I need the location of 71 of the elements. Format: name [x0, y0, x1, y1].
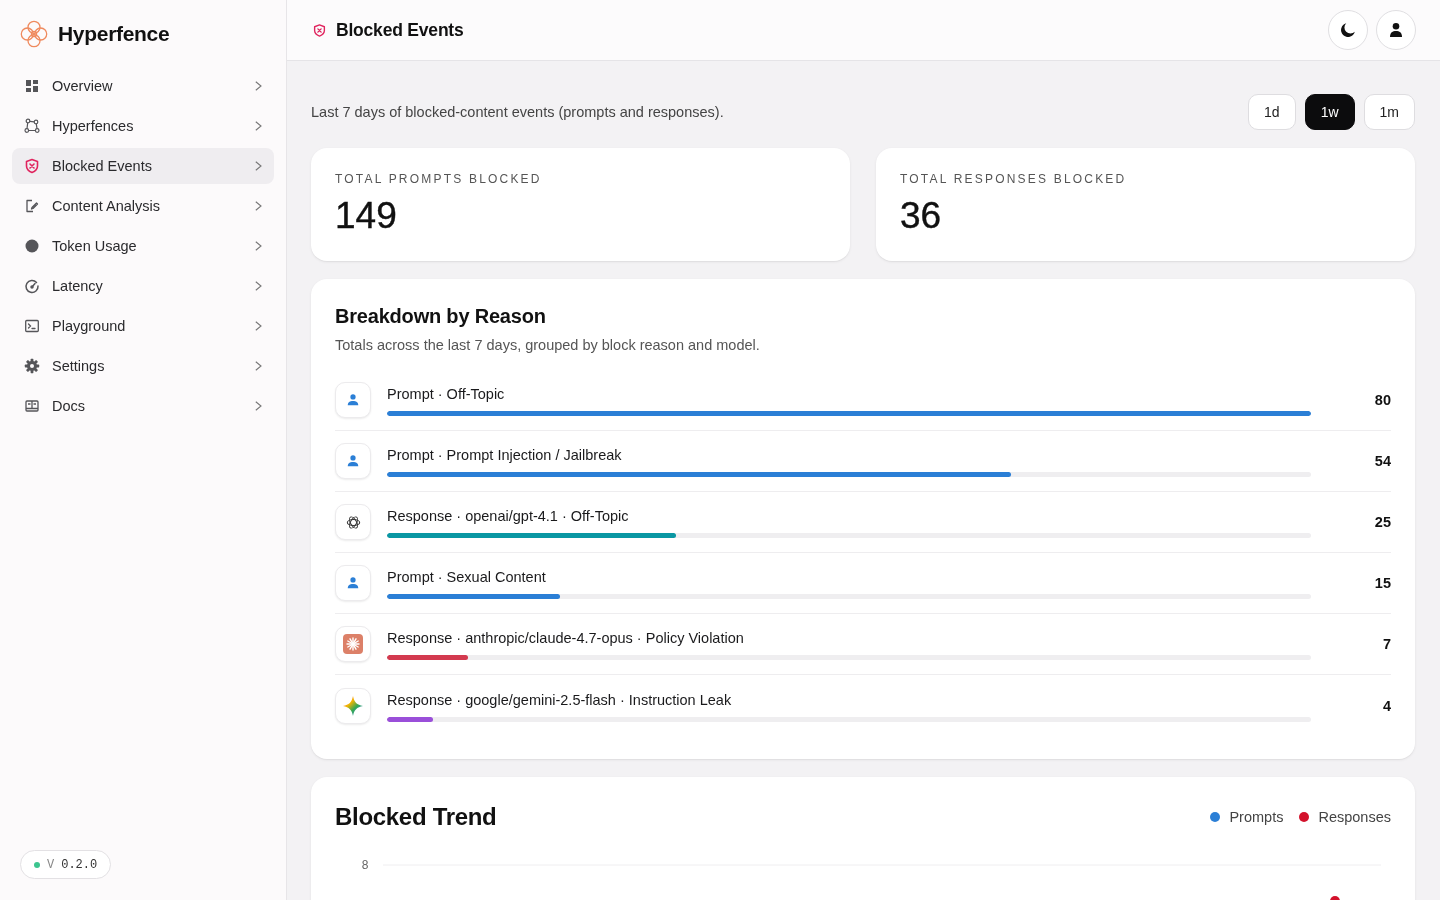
gauge-icon	[24, 278, 40, 294]
sidebar-item[interactable]: Content Analysis	[12, 188, 274, 224]
range-tab[interactable]: 1d	[1248, 94, 1296, 130]
nodes-icon	[24, 118, 40, 134]
row-count: 4	[1381, 697, 1391, 714]
chevron-right-icon	[255, 321, 262, 331]
chevron-right-icon	[255, 81, 262, 91]
row-count: 7	[1381, 636, 1391, 652]
stat-label: TOTAL PROMPTS BLOCKED	[335, 171, 543, 187]
chevron-right-icon	[255, 121, 262, 131]
stat-value: 36	[900, 194, 943, 238]
marker-icon	[1330, 896, 1340, 900]
stat-value: 149	[335, 194, 398, 238]
sidebar-item[interactable]: Token Usage	[12, 228, 274, 264]
grid-icon	[24, 78, 40, 94]
y-tick-label: 8	[361, 858, 369, 872]
row-label: Prompt · Prompt Injection / Jailbreak	[387, 446, 623, 465]
user-icon	[1388, 22, 1404, 38]
circle-icon	[24, 238, 40, 254]
logo-icon	[20, 20, 48, 48]
shield-x-icon	[313, 23, 326, 37]
section-title: Breakdown by Reason	[335, 304, 547, 329]
sidebar-item[interactable]: Overview	[12, 68, 274, 104]
chevron-right-icon	[255, 401, 262, 411]
range-tab[interactable]: 1m	[1363, 94, 1415, 130]
user-icon	[335, 443, 371, 479]
sidebar-item[interactable]: Hyperfences	[12, 108, 274, 144]
brand-name: Hyperfence	[58, 22, 170, 46]
stat-label: TOTAL RESPONSES BLOCKED	[900, 171, 1128, 187]
row-label: Prompt · Off-Topic	[387, 385, 506, 404]
section-subtitle: Totals across the last 7 days, grouped by block reason and model.	[335, 336, 761, 355]
range-tab[interactable]: 1w	[1304, 94, 1355, 130]
gear-icon	[24, 358, 40, 374]
book-icon	[24, 398, 40, 414]
row-label: Prompt · Sexual Content	[387, 568, 547, 587]
edit-icon	[24, 198, 40, 214]
sidebar-item[interactable]: Latency	[12, 268, 274, 304]
sidebar-item[interactable]: Blocked Events	[12, 148, 274, 184]
row-count: 15	[1373, 575, 1391, 591]
chevron-right-icon	[255, 361, 262, 371]
page-title: Blocked Events	[336, 19, 464, 41]
sparkle-icon	[335, 687, 371, 724]
chevron-right-icon	[255, 281, 262, 291]
user-icon	[335, 565, 371, 601]
terminal-icon	[24, 318, 40, 334]
row-count: 80	[1373, 392, 1391, 408]
row-count: 54	[1373, 453, 1391, 469]
starburst-icon	[335, 626, 371, 662]
row-label: Response · google/gemini-2.5-flash · Instruction Leak	[387, 690, 733, 710]
legend-label: Prompts	[1229, 809, 1284, 825]
version-prefix: V	[47, 857, 55, 872]
knot-icon	[335, 504, 371, 540]
sidebar-item[interactable]: Docs	[12, 388, 274, 424]
page-description: Last 7 days of blocked-content events (prompts and responses).	[311, 104, 724, 120]
row-label: Response · anthropic/claude-4.7-opus · Policy Violation	[387, 629, 745, 648]
legend-label: Responses	[1318, 809, 1391, 825]
row-label: Response · openai/gpt-4.1 · Off-Topic	[387, 507, 630, 526]
shield-x-icon	[24, 158, 40, 174]
user-icon	[335, 382, 371, 418]
chevron-right-icon	[255, 161, 262, 171]
sidebar-item[interactable]: Settings	[12, 348, 274, 384]
chart-title: Blocked Trend	[335, 802, 497, 832]
status-dot-icon	[34, 861, 40, 868]
chevron-right-icon	[255, 241, 262, 251]
account-button[interactable]	[1376, 10, 1416, 50]
version-number: 0.2.0	[61, 857, 98, 872]
theme-toggle-button[interactable]	[1328, 10, 1368, 50]
chevron-right-icon	[255, 201, 262, 211]
moon-icon	[1340, 22, 1356, 38]
sidebar-item[interactable]: Playground	[12, 308, 274, 344]
row-count: 25	[1373, 514, 1391, 530]
